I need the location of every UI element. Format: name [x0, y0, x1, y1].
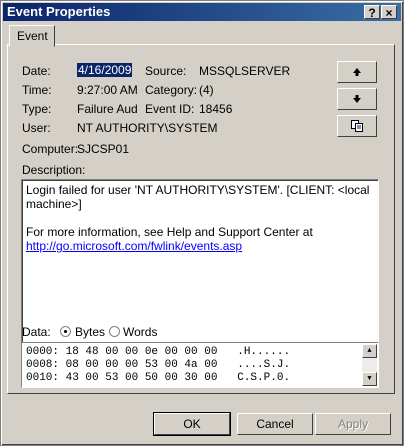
description-line-2: machine>]	[26, 197, 82, 211]
window-title: Event Properties	[7, 4, 111, 19]
copy-button[interactable]	[337, 115, 377, 137]
data-box[interactable]: 0000: 18 48 00 00 0e 00 00 00 .H...... 0…	[21, 342, 379, 388]
next-event-button[interactable]	[337, 88, 377, 110]
time-label: Time:	[22, 83, 52, 97]
data-row: 0010: 43 00 53 00 50 00 30 00 C.S.P.0.	[26, 372, 291, 384]
arrow-down-icon	[353, 95, 361, 103]
apply-button[interactable]: Apply	[315, 413, 391, 435]
previous-event-button[interactable]	[337, 61, 377, 83]
date-value[interactable]: 4/16/2009	[77, 63, 133, 77]
user-label: User:	[22, 121, 51, 135]
bytes-radio-label[interactable]: Bytes	[75, 325, 105, 339]
tab-event-label: Event	[17, 29, 48, 43]
arrow-up-icon	[353, 68, 361, 76]
eventid-label: Event ID:	[145, 102, 195, 116]
event-properties-dialog: Event Properties ? × Event Date: 4/16/20…	[0, 0, 404, 446]
data-scrollbar[interactable]: ▲ ▼	[362, 344, 377, 386]
source-value[interactable]: MSSQLSERVER	[199, 64, 290, 78]
user-value[interactable]: NT AUTHORITY\SYSTEM	[77, 121, 217, 135]
radio-selected-dot	[64, 330, 67, 333]
data-label: Data:	[22, 325, 51, 339]
help-link[interactable]: http://go.microsoft.com/fwlink/events.as…	[26, 239, 374, 253]
ok-button[interactable]: OK	[153, 412, 231, 436]
words-radio-label[interactable]: Words	[123, 325, 157, 339]
bytes-radio[interactable]	[60, 326, 71, 337]
type-label: Type:	[22, 102, 52, 116]
computer-label: Computer:	[22, 142, 79, 156]
data-row: 0008: 08 00 00 00 53 00 4a 00 ....S.J.	[26, 359, 291, 371]
category-value[interactable]: (4)	[199, 83, 214, 97]
type-value[interactable]: Failure Aud	[77, 102, 138, 116]
computer-value[interactable]: SJCSP01	[77, 142, 129, 156]
close-button[interactable]: ×	[381, 5, 397, 20]
description-label: Description:	[22, 163, 86, 177]
date-label: Date:	[22, 64, 51, 78]
help-button[interactable]: ?	[364, 5, 380, 20]
data-row: 0000: 18 48 00 00 0e 00 00 00 .H......	[26, 346, 291, 358]
eventid-value[interactable]: 18456	[199, 102, 232, 116]
words-radio[interactable]	[109, 326, 120, 337]
description-line-3: For more information, see Help and Suppo…	[26, 225, 313, 239]
event-tab-panel: Date: 4/16/2009 Source: MSSQLSERVER Time…	[7, 44, 395, 394]
description-box[interactable]: Login failed for user 'NT AUTHORITY\SYST…	[21, 179, 379, 345]
scroll-down-button[interactable]: ▼	[362, 372, 377, 386]
source-label: Source:	[145, 64, 187, 78]
copy-icon	[351, 120, 363, 132]
cancel-button[interactable]: Cancel	[237, 413, 313, 435]
tab-event[interactable]: Event	[9, 25, 55, 47]
description-line-1: Login failed for user 'NT AUTHORITY\SYST…	[26, 183, 370, 197]
category-label: Category:	[145, 83, 198, 97]
time-value[interactable]: 9:27:00 AM	[77, 83, 138, 97]
title-bar[interactable]: Event Properties ? ×	[3, 3, 401, 21]
scroll-up-button[interactable]: ▲	[362, 344, 377, 358]
